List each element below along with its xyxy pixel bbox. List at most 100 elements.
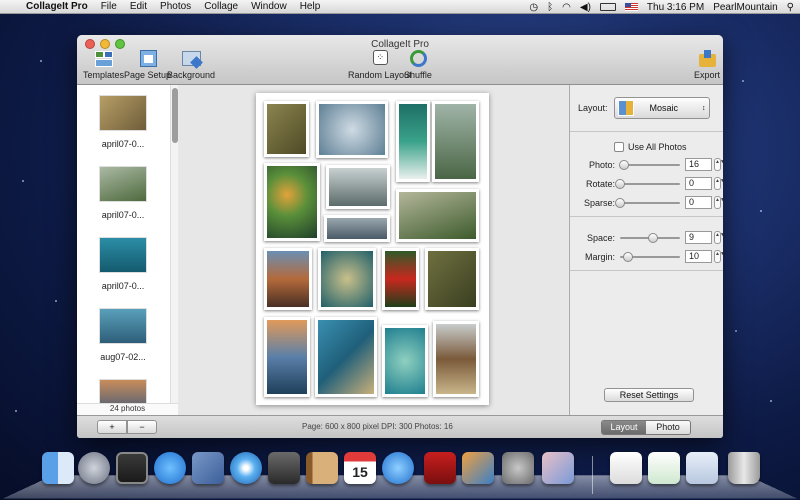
sparse-slider[interactable] <box>615 197 680 208</box>
background-button[interactable]: Background <box>167 50 215 80</box>
downloads-stack-icon[interactable] <box>648 452 680 484</box>
shuffle-button[interactable]: Shuffle <box>404 50 432 80</box>
random-layout-button[interactable]: ⁘ Random Layout <box>348 50 412 80</box>
collageit-dock-icon[interactable] <box>542 452 574 484</box>
collage-photo[interactable] <box>396 101 430 182</box>
menu-app-name[interactable]: CollageIt Pro <box>26 1 88 12</box>
shuffle-label: Shuffle <box>404 70 432 80</box>
input-source-flag-icon[interactable] <box>624 3 638 11</box>
menu-file[interactable]: File <box>101 1 117 12</box>
volume-icon[interactable]: ◀) <box>580 2 591 13</box>
spotlight-icon[interactable]: ⚲ <box>787 2 794 13</box>
reset-settings-button[interactable]: Reset Settings <box>604 388 694 402</box>
system-preferences-icon[interactable] <box>502 452 534 484</box>
photo-filename: aug07-02... <box>100 352 146 362</box>
page-setup-button[interactable]: Page Setup <box>124 50 171 80</box>
photo-list-item[interactable] <box>77 369 169 403</box>
margin-field[interactable]: 10 <box>685 250 712 263</box>
tab-layout[interactable]: Layout <box>602 421 646 434</box>
rotate-stepper[interactable]: ▲▼ <box>714 177 723 190</box>
time-machine-icon[interactable]: ◷ <box>529 2 538 13</box>
collage-photo[interactable] <box>382 325 428 397</box>
collage-canvas-area <box>179 85 568 415</box>
background-label: Background <box>167 70 216 80</box>
margin-slider[interactable] <box>620 251 680 262</box>
itunes-icon[interactable] <box>382 452 414 484</box>
photo-list-item[interactable]: april07-0... <box>77 227 169 298</box>
space-label: Space: <box>586 232 615 243</box>
tab-photo[interactable]: Photo <box>646 421 690 434</box>
page-status: Page: 600 x 800 pixel DPI: 300 Photos: 1… <box>302 422 453 431</box>
photo-list-item[interactable]: april07-0... <box>77 156 169 227</box>
use-all-photos-checkbox[interactable] <box>614 142 624 152</box>
layout-label: Layout: <box>578 103 608 113</box>
photo-count-stepper[interactable]: ▲▼ <box>714 158 723 171</box>
space-field[interactable]: 9 <box>685 231 712 244</box>
scrollbar-thumb[interactable] <box>172 88 178 143</box>
facetime-icon[interactable] <box>268 452 300 484</box>
collage-photo[interactable] <box>264 317 310 397</box>
menu-photos[interactable]: Photos <box>160 1 191 12</box>
documents-stack-icon[interactable] <box>610 452 642 484</box>
margin-stepper[interactable]: ▲▼ <box>714 250 723 263</box>
rotate-field[interactable]: 0 <box>685 177 712 190</box>
collage-photo[interactable] <box>315 317 377 397</box>
remove-photo-button[interactable]: − <box>127 420 157 434</box>
menu-edit[interactable]: Edit <box>130 1 147 12</box>
random-layout-label: Random Layout <box>348 70 412 80</box>
mail-icon[interactable] <box>192 452 224 484</box>
photo-booth-icon[interactable] <box>424 452 456 484</box>
finder-icon[interactable] <box>42 452 74 484</box>
sparse-stepper[interactable]: ▲▼ <box>714 196 723 209</box>
menubar-user[interactable]: PearlMountain <box>713 2 777 13</box>
trash-icon[interactable] <box>728 452 760 484</box>
export-button[interactable]: Export <box>694 50 720 80</box>
iphoto-icon[interactable] <box>462 452 494 484</box>
menu-help[interactable]: Help <box>300 1 321 12</box>
templates-button[interactable]: Templates <box>83 50 124 80</box>
app-store-icon[interactable] <box>154 452 186 484</box>
mission-control-icon[interactable] <box>116 452 148 484</box>
collage-page[interactable] <box>256 93 489 405</box>
sidebar-scrollbar[interactable] <box>170 85 178 403</box>
margin-label: Margin: <box>584 251 615 262</box>
collage-photo[interactable] <box>432 101 479 182</box>
sparse-field[interactable]: 0 <box>685 196 712 209</box>
space-stepper[interactable]: ▲▼ <box>714 231 723 244</box>
menu-window[interactable]: Window <box>251 1 287 12</box>
collage-photo[interactable] <box>324 215 390 242</box>
layout-select[interactable]: Mosaic ↕ <box>613 97 710 119</box>
menu-collage[interactable]: Collage <box>204 1 238 12</box>
collage-photo[interactable] <box>326 165 390 209</box>
collageit-window: CollageIt Pro Templates Page Setup Backg… <box>77 35 723 438</box>
photo-list-item[interactable]: april07-0... <box>77 85 169 156</box>
address-book-icon[interactable] <box>306 452 338 484</box>
bluetooth-icon[interactable]: ᛒ <box>547 2 553 13</box>
add-photo-button[interactable]: + <box>97 420 127 434</box>
applications-stack-icon[interactable] <box>686 452 718 484</box>
battery-icon[interactable] <box>599 3 616 11</box>
menubar-clock[interactable]: Thu 3:16 PM <box>647 2 704 13</box>
collage-photo[interactable] <box>425 248 479 310</box>
collage-photo[interactable] <box>382 248 419 310</box>
photo-count-field[interactable]: 16 <box>685 158 712 171</box>
collage-photo[interactable] <box>264 101 309 157</box>
rotate-label: Rotate: <box>585 178 615 189</box>
collage-photo[interactable] <box>264 248 312 310</box>
collage-photo[interactable] <box>318 248 376 310</box>
launchpad-icon[interactable] <box>78 452 110 484</box>
wifi-icon[interactable]: ◠ <box>562 2 571 13</box>
collage-photo[interactable] <box>396 189 479 242</box>
collage-photo[interactable] <box>316 101 388 158</box>
collage-photo[interactable] <box>264 163 320 241</box>
collage-photo[interactable] <box>433 321 479 397</box>
templates-label: Templates <box>83 70 125 80</box>
calendar-icon[interactable]: 15 <box>344 452 376 484</box>
photo-list-item[interactable]: aug07-02... <box>77 298 169 369</box>
dock: 15 <box>3 448 797 500</box>
page-setup-label: Page Setup <box>124 70 172 80</box>
rotate-slider[interactable] <box>615 178 680 189</box>
photo-count-slider[interactable] <box>619 159 680 170</box>
safari-icon[interactable] <box>230 452 262 484</box>
space-slider[interactable] <box>620 232 680 243</box>
